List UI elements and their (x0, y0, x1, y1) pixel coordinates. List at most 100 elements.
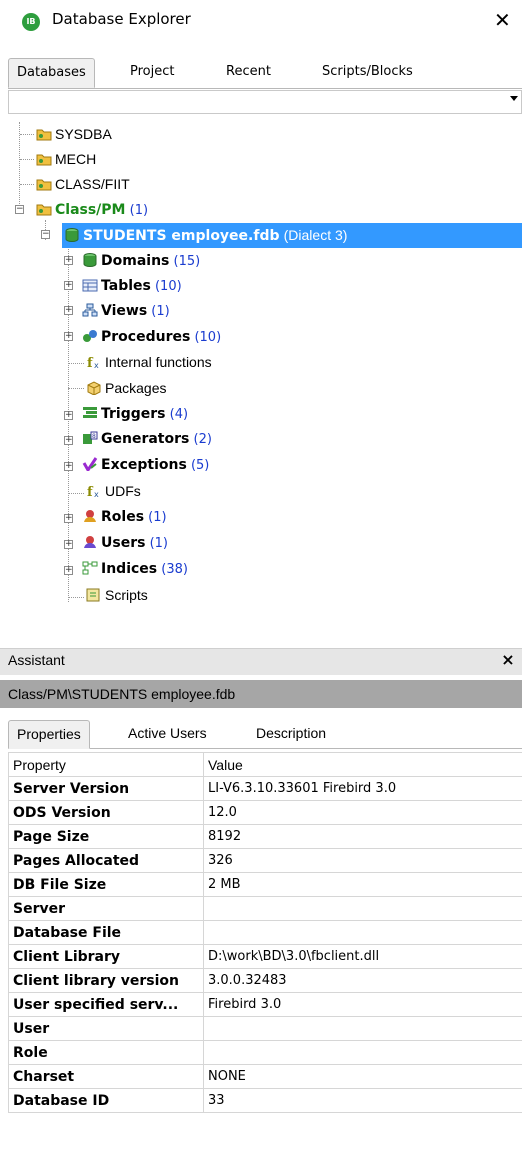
close-icon[interactable]: × (498, 648, 518, 670)
table-row[interactable]: Page Size 8192 (8, 824, 522, 849)
table-row[interactable]: User specified serv... Firebird 3.0 (8, 992, 522, 1017)
tab-project[interactable]: Project (122, 58, 182, 86)
database-path: Class/PM\STUDENTS employee.fdb (8, 686, 236, 702)
table-row[interactable]: Server (8, 896, 522, 921)
table-row[interactable]: Client Library D:\work\BD\3.0\fbclient.dl… (8, 944, 522, 969)
property-value: 33 (203, 1088, 522, 1113)
tree-node-class-pm[interactable]: Class/PM (1) (36, 198, 148, 223)
tree-node-procedures[interactable]: Procedures (10) (82, 325, 221, 350)
property-key: Server (8, 896, 204, 921)
table-row[interactable]: DB File Size 2 MB (8, 872, 522, 897)
expand-toggle[interactable]: + (64, 256, 73, 265)
property-key: Database File (8, 920, 204, 945)
tree-node-sysdba[interactable]: SYSDBA (36, 122, 112, 147)
tab-scripts-blocks[interactable]: Scripts/Blocks (314, 58, 421, 86)
assistant-title: Assistant (8, 652, 65, 668)
tree-node-scripts[interactable]: Scripts (86, 583, 148, 608)
property-key: User (8, 1016, 204, 1041)
tree-node-domains[interactable]: Domains (15) (82, 249, 200, 274)
property-key: Role (8, 1040, 204, 1065)
folder-key-icon (36, 200, 52, 216)
expand-toggle[interactable]: + (64, 462, 73, 471)
tree-node-users[interactable]: Users (1) (82, 531, 168, 556)
tree-node-triggers[interactable]: Triggers (4) (82, 402, 188, 427)
assistant-header (0, 648, 522, 675)
collapse-toggle[interactable]: − (15, 205, 24, 214)
property-key: Client library version (8, 968, 204, 993)
close-icon[interactable]: ✕ (494, 8, 511, 32)
view-icon (82, 301, 98, 317)
tab-properties[interactable]: Properties (8, 720, 90, 749)
tree-node-internal-functions[interactable]: f x Internal functions (86, 350, 212, 375)
chevron-down-icon[interactable] (510, 96, 518, 101)
app-logo-icon: IB (22, 13, 40, 31)
property-value: 12.0 (203, 800, 522, 825)
table-row[interactable]: Pages Allocated 326 (8, 848, 522, 873)
property-value: LI-V6.3.10.33601 Firebird 3.0 (203, 776, 522, 801)
tree-node-roles[interactable]: Roles (1) (82, 505, 167, 530)
tree-node-tables[interactable]: Tables (10) (82, 274, 182, 299)
table-row[interactable]: Role (8, 1040, 522, 1065)
expand-toggle[interactable]: + (64, 306, 73, 315)
svg-text:x: x (94, 361, 99, 369)
collapse-toggle[interactable]: − (41, 230, 50, 239)
expand-toggle[interactable]: + (64, 514, 73, 523)
generator-icon: 8 (82, 429, 98, 444)
property-value: 326 (203, 848, 522, 873)
tree-node-mech[interactable]: MECH (36, 147, 96, 172)
domain-icon (82, 251, 98, 268)
tab-active-users[interactable]: Active Users (120, 720, 215, 747)
tree-node-exceptions[interactable]: Exceptions (5) (82, 453, 209, 478)
expand-toggle[interactable]: + (64, 436, 73, 445)
property-key: Page Size (8, 824, 204, 849)
expand-toggle[interactable]: + (64, 540, 73, 549)
column-header-property: Property (8, 752, 204, 777)
expand-toggle[interactable]: + (64, 281, 73, 290)
property-value: Firebird 3.0 (203, 992, 522, 1017)
index-icon (82, 559, 98, 575)
tree-node-indices[interactable]: Indices (38) (82, 557, 188, 582)
svg-text:x: x (94, 490, 99, 498)
exception-icon (82, 455, 98, 473)
script-icon (86, 586, 102, 602)
property-value: 2 MB (203, 872, 522, 897)
expand-toggle[interactable]: + (64, 332, 73, 341)
tree-node-udfs[interactable]: f x UDFs (86, 479, 141, 504)
table-row[interactable]: ODS Version 12.0 (8, 800, 522, 825)
property-key: DB File Size (8, 872, 204, 897)
database-filter-dropdown[interactable] (8, 90, 522, 114)
tree-node-generators[interactable]: 8 Generators (2) (82, 427, 212, 452)
table-row[interactable]: Charset NONE (8, 1064, 522, 1089)
table-row[interactable]: Database File (8, 920, 522, 945)
property-value (203, 920, 522, 945)
expand-toggle[interactable]: + (64, 411, 73, 420)
table-header-row: Property Value (8, 752, 522, 777)
svg-text:f: f (87, 356, 94, 369)
function-icon: fx (86, 353, 102, 371)
property-value: NONE (203, 1064, 522, 1089)
folder-key-icon (36, 175, 52, 191)
svg-text:f: f (87, 485, 94, 498)
property-value: 8192 (203, 824, 522, 849)
table-row[interactable]: User (8, 1016, 522, 1041)
tree-node-views[interactable]: Views (1) (82, 299, 170, 324)
tree-node-class-fiit[interactable]: CLASS/FIIT (36, 172, 130, 197)
procedure-icon (82, 327, 98, 342)
property-value: D:\work\BD\3.0\fbclient.dll (203, 944, 522, 969)
table-row[interactable]: Server Version LI-V6.3.10.33601 Firebird … (8, 776, 522, 801)
tab-databases[interactable]: Databases (8, 58, 95, 88)
svg-text:8: 8 (92, 433, 96, 440)
tab-recent[interactable]: Recent (218, 58, 279, 86)
tree-node-students-db[interactable]: STUDENTS employee.fdb (Dialect 3) (62, 223, 522, 248)
tab-description[interactable]: Description (248, 720, 334, 747)
property-key: Charset (8, 1064, 204, 1089)
property-value (203, 1016, 522, 1041)
role-icon (82, 507, 98, 522)
property-value: 3.0.0.32483 (203, 968, 522, 993)
table-row[interactable]: Database ID 33 (8, 1088, 522, 1113)
expand-toggle[interactable]: + (64, 566, 73, 575)
property-key: Server Version (8, 776, 204, 801)
user-icon (82, 533, 98, 548)
tree-node-packages[interactable]: Packages (86, 376, 166, 401)
table-row[interactable]: Client library version 3.0.0.32483 (8, 968, 522, 993)
